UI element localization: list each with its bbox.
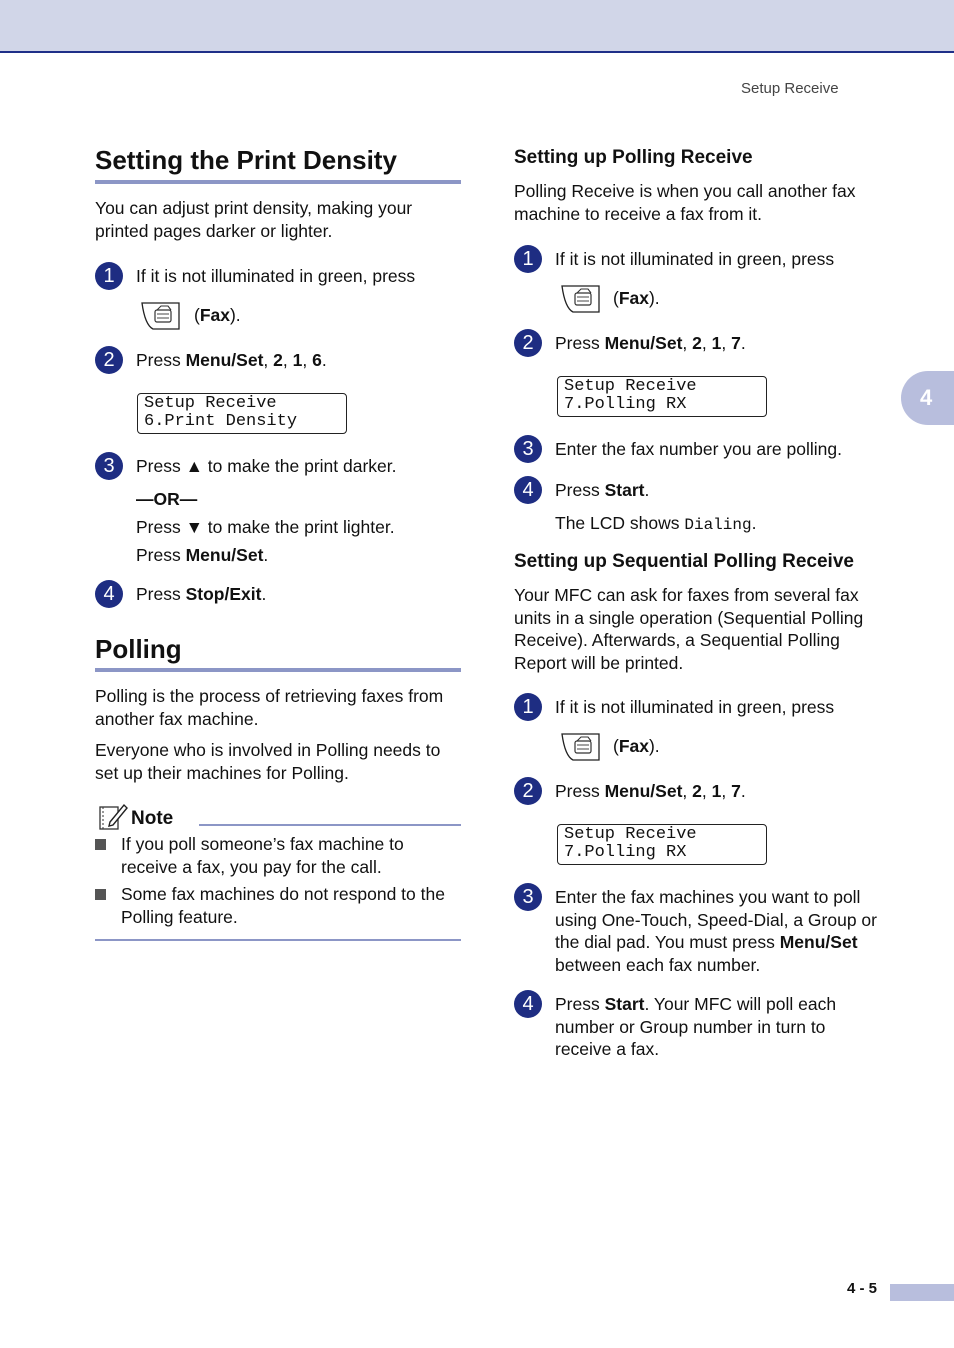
fax-label-bold: Fax [199, 305, 230, 325]
step-text: Press Menu/Set, 2, 1, 7. [555, 781, 746, 801]
up-arrow-icon: ▲ [185, 456, 203, 476]
header-band [0, 0, 954, 53]
step-text: If it is not illuminated in green, press [136, 266, 416, 286]
note-pencil-icon [99, 803, 128, 830]
title-rule [95, 668, 461, 672]
page-number: 4 - 5 [847, 1280, 878, 1297]
fax-button-icon [561, 285, 600, 313]
fax-button-icon [561, 733, 600, 761]
fax-label: (Fax). [613, 736, 660, 756]
lcd-line-1: Setup Receive [144, 394, 277, 413]
step-text-menuset: Press Menu/Set. [136, 545, 269, 565]
step-number: 3 [514, 883, 542, 911]
subsection-title-polling-receive: Setting up Polling Receive [514, 147, 753, 168]
sequential-intro: Your MFC can ask for faxes from several … [514, 585, 864, 673]
step-number: 3 [514, 435, 542, 463]
step-number: 4 [514, 476, 542, 504]
fax-label: (Fax). [194, 305, 241, 325]
lcd-line-2: 7.Polling RX [564, 395, 687, 414]
section-title-polling: Polling [95, 634, 182, 664]
subsection-title-sequential: Setting up Sequential Polling Receive [514, 551, 854, 572]
running-head: Setup Receive [741, 80, 839, 97]
step-number: 2 [514, 777, 542, 805]
note-bottom-rule [95, 939, 461, 941]
lcd-line-2: 7.Polling RX [564, 843, 687, 862]
chapter-tab-number: 4 [920, 385, 933, 410]
bullet-icon [95, 889, 106, 900]
step-text: Press Menu/Set, 2, 1, 6. [136, 350, 327, 370]
or-separator: —OR— [136, 489, 198, 509]
step-text: Press Menu/Set, 2, 1, 7. [555, 333, 746, 353]
lcd-value: Dialing [684, 516, 752, 534]
polling-p2: Everyone who is involved in Polling need… [95, 740, 441, 783]
note-title: Note [131, 808, 174, 829]
step-number: 1 [95, 262, 123, 290]
title-rule [95, 180, 461, 184]
step-text-lighter: Press ▼ to make the print lighter. [136, 517, 395, 537]
polling-p1: Polling is the process of retrieving fax… [95, 686, 444, 729]
step-number: 1 [514, 245, 542, 273]
lcd-shows-text: The LCD shows Dialing. [555, 513, 757, 534]
lcd-line-1: Setup Receive [564, 377, 697, 396]
lcd-line-1: Setup Receive [564, 825, 697, 844]
step-text: Enter the fax machines you want to poll … [555, 887, 877, 975]
bullet-icon [95, 839, 106, 850]
step-number: 4 [95, 580, 123, 608]
lcd-display: Setup Receive 7.Polling RX [557, 376, 767, 417]
step-text: Press Stop/Exit. [136, 584, 267, 604]
step-text: Press Start. [555, 480, 650, 500]
down-arrow-icon: ▼ [185, 517, 203, 537]
note-top-rule [199, 824, 461, 826]
print-density-intro: You can adjust print density, making you… [95, 198, 413, 241]
lcd-display: Setup Receive 7.Polling RX [557, 824, 767, 865]
fax-button-icon [141, 302, 180, 330]
fax-label: (Fax). [613, 288, 660, 308]
step-text: Press Start. Your MFC will poll each num… [555, 994, 837, 1059]
note-item: Some fax machines do not respond to the … [121, 884, 445, 927]
lcd-line-2: 6.Print Density [144, 412, 298, 431]
step-text: If it is not illuminated in green, press [555, 249, 835, 269]
section-title-print-density: Setting the Print Density [95, 145, 397, 175]
note-item: If you poll someone’s fax machine to rec… [121, 834, 404, 877]
step-number: 3 [95, 452, 123, 480]
polling-receive-intro: Polling Receive is when you call another… [514, 181, 856, 224]
step-number: 4 [514, 990, 542, 1018]
step-number: 1 [514, 693, 542, 721]
lcd-display: Setup Receive 6.Print Density [137, 393, 347, 434]
chapter-tab: 4 [901, 371, 954, 425]
step-number: 2 [95, 346, 123, 374]
footer-bar [890, 1284, 954, 1301]
step-number: 2 [514, 329, 542, 357]
step-text: Enter the fax number you are polling. [555, 439, 842, 459]
step-text-darker: Press ▲ to make the print darker. [136, 456, 397, 476]
step-text: If it is not illuminated in green, press [555, 697, 835, 717]
